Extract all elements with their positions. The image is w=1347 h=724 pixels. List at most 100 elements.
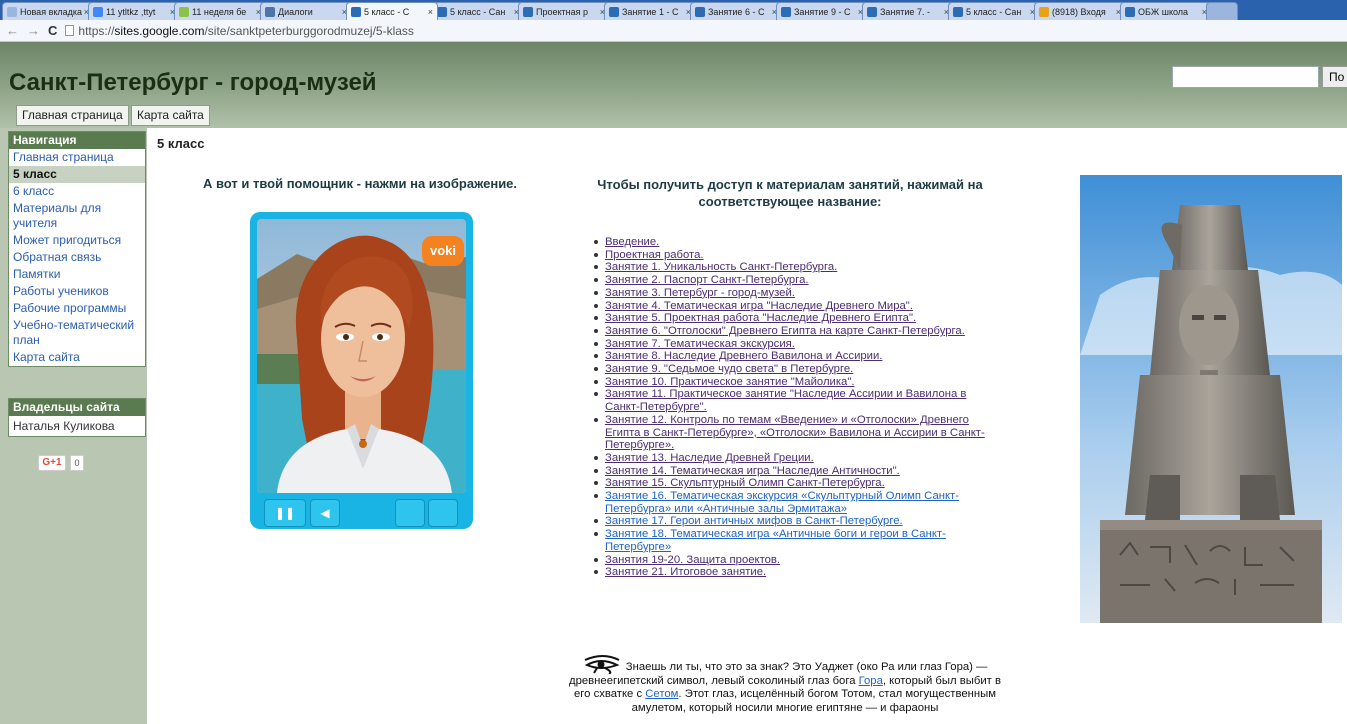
lesson-link[interactable]: Занятие 15. Скульптурный Олимп Санкт-Пет…: [605, 477, 885, 489]
list-item: Занятия 19-20. Защита проектов.: [594, 554, 994, 567]
browser-tab[interactable]: ОБЖ школа ×: [1120, 2, 1212, 20]
browser-tab[interactable]: Диалоги ×: [260, 2, 352, 20]
sidebar-item-6-klass[interactable]: 6 класс: [9, 183, 145, 200]
address-bar: ← → C https://sites.google.com/site/sank…: [0, 20, 1347, 42]
lesson-link[interactable]: Проектная работа.: [605, 249, 704, 261]
sidebar-item-may-be-useful[interactable]: Может пригодиться: [9, 232, 145, 249]
list-item: Занятие 15. Скульптурный Олимп Санкт-Пет…: [594, 477, 994, 490]
tab-title: Новая вкладка: [20, 6, 82, 17]
lesson-link[interactable]: Занятие 10. Практическое занятие "Майоли…: [605, 376, 854, 388]
lesson-link[interactable]: Занятие 9. "Седьмое чудо света" в Петерб…: [605, 363, 853, 375]
horus-link[interactable]: Гора: [859, 675, 883, 687]
lesson-link[interactable]: Занятие 21. Итоговое занятие.: [605, 566, 766, 578]
browser-tab[interactable]: 5 класс - Сан ×: [948, 2, 1040, 20]
url-field[interactable]: https://sites.google.com/site/sanktpeter…: [65, 24, 414, 38]
navigation-heading: Навигация: [9, 132, 145, 149]
url-host: sites.google.com: [114, 23, 205, 38]
sidebar-item-study-plan[interactable]: Учебно-тематический план: [9, 317, 145, 349]
list-item: Занятие 1. Уникальность Санкт-Петербурга…: [594, 261, 994, 274]
voki-share-button[interactable]: [395, 499, 425, 527]
site-title[interactable]: Санкт-Петербург - город-музей: [9, 69, 377, 97]
reload-icon[interactable]: C: [48, 23, 57, 38]
browser-tab[interactable]: (8918) Входя ×: [1034, 2, 1126, 20]
lesson-link[interactable]: Занятие 17. Герои античных мифов в Санкт…: [605, 515, 903, 527]
tab-favicon-icon: [437, 6, 447, 17]
list-item: Занятие 8. Наследие Древнего Вавилона и …: [594, 350, 994, 363]
lesson-link[interactable]: Занятие 3. Петербург - город-музей.: [605, 287, 795, 299]
voki-volume-button[interactable]: ◀: [310, 499, 340, 527]
site-header: Санкт-Петербург - город-музей По Главная…: [0, 42, 1347, 128]
list-item: Занятие 4. Тематическая игра "Наследие Д…: [594, 300, 994, 313]
tab-title: Занятие 6 - С: [708, 6, 765, 17]
site-search-input[interactable]: [1172, 66, 1319, 88]
tab-favicon-icon: [781, 6, 791, 17]
lesson-link[interactable]: Занятие 4. Тематическая игра "Наследие Д…: [605, 300, 913, 312]
lesson-link[interactable]: Занятие 6. "Отголоски" Древнего Египта н…: [605, 325, 965, 337]
lesson-link[interactable]: Занятие 16. Тематическая экскурсия «Скул…: [605, 490, 959, 515]
lesson-link[interactable]: Занятие 1. Уникальность Санкт-Петербурга…: [605, 261, 837, 273]
tab-favicon-icon: [953, 6, 963, 17]
browser-tab[interactable]: Занятие 1 - С ×: [604, 2, 696, 20]
navtab-sitemap[interactable]: Карта сайта: [131, 105, 210, 126]
list-item: Занятие 3. Петербург - город-музей.: [594, 287, 994, 300]
lesson-link[interactable]: Занятие 7. Тематическая экскурсия.: [605, 338, 795, 350]
voki-logo[interactable]: voki: [422, 236, 464, 266]
voki-fullscreen-button[interactable]: [428, 499, 458, 527]
page-document-icon: [65, 25, 75, 36]
list-item: Занятие 14. Тематическая игра "Наследие …: [594, 465, 994, 478]
tab-title: Занятие 9 - С: [794, 6, 851, 17]
sidebar-item-sitemap[interactable]: Карта сайта: [9, 349, 145, 366]
back-arrow-icon[interactable]: ←: [6, 23, 19, 38]
tab-favicon-icon: [7, 6, 17, 17]
tab-title: 5 класс - Сан: [450, 6, 506, 17]
lesson-link[interactable]: Введение.: [605, 236, 659, 248]
voki-pause-button[interactable]: ❚❚: [264, 499, 306, 527]
voki-avatar-image[interactable]: voki: [257, 219, 466, 493]
lesson-link[interactable]: Занятие 12. Контроль по темам «Введение»…: [605, 414, 985, 451]
sidebar-item-feedback[interactable]: Обратная связь: [9, 249, 145, 266]
sidebar-item-student-works[interactable]: Работы учеников: [9, 283, 145, 300]
google-plus-one-button[interactable]: G+1: [38, 455, 66, 471]
new-tab-button[interactable]: [1206, 2, 1238, 20]
lesson-link[interactable]: Занятие 5. Проектная работа "Наследие Др…: [605, 312, 916, 324]
tab-title: Занятие 7. -: [880, 6, 930, 17]
tab-close-icon[interactable]: ×: [428, 7, 433, 17]
tab-title: Занятие 1 - С: [622, 6, 679, 17]
sidebar-item-5-klass[interactable]: 5 класс: [9, 166, 145, 183]
wadjet-description: Знаешь ли ты, что это за знак? Это Уадже…: [568, 654, 1002, 716]
browser-tab[interactable]: 5 класс - С ×: [346, 2, 438, 20]
browser-tab[interactable]: 11 неделя бе ×: [174, 2, 266, 20]
browser-tab[interactable]: Занятие 9 - С ×: [776, 2, 868, 20]
browser-tab[interactable]: Занятие 7. - ×: [862, 2, 954, 20]
browser-tab[interactable]: Проектная р ×: [518, 2, 610, 20]
lesson-link[interactable]: Занятия 19-20. Защита проектов.: [605, 554, 780, 566]
list-item: Занятие 6. "Отголоски" Древнего Египта н…: [594, 325, 994, 338]
lesson-link[interactable]: Занятие 14. Тематическая игра "Наследие …: [605, 465, 900, 477]
list-item: Занятие 13. Наследие Древней Греции.: [594, 452, 994, 465]
google-plus-count: 0: [70, 455, 84, 471]
tab-title: 11 неделя бе: [192, 6, 247, 17]
tab-favicon-icon: [179, 6, 189, 17]
browser-tab[interactable]: Занятие 6 - С ×: [690, 2, 782, 20]
tab-favicon-icon: [93, 6, 103, 17]
browser-tab[interactable]: Новая вкладка ×: [2, 2, 94, 20]
voki-avatar-widget[interactable]: voki ❚❚ ◀: [250, 212, 473, 529]
tab-title: 5 класс - Сан: [966, 6, 1022, 17]
lesson-link[interactable]: Занятие 11. Практическое занятие "Наслед…: [605, 388, 966, 413]
lesson-link[interactable]: Занятие 8. Наследие Древнего Вавилона и …: [605, 350, 882, 362]
sidebar-item-teacher-materials[interactable]: Материалы для учителя: [9, 200, 145, 232]
lesson-link[interactable]: Занятие 18. Тематическая игра «Античные …: [605, 528, 946, 553]
browser-tab[interactable]: 11 ytltkz ,ttyt ×: [88, 2, 180, 20]
owner-name: Наталья Куликова: [13, 419, 115, 433]
site-search-button[interactable]: По: [1322, 66, 1347, 88]
navtab-home[interactable]: Главная страница: [16, 105, 129, 126]
forward-arrow-icon[interactable]: →: [27, 23, 40, 38]
browser-tab[interactable]: 5 класс - Сан ×: [432, 2, 524, 20]
set-link[interactable]: Сетом: [645, 688, 678, 700]
sidebar-item-work-programs[interactable]: Рабочие программы: [9, 300, 145, 317]
list-item: Введение.: [594, 236, 994, 249]
sidebar-item-memos[interactable]: Памятки: [9, 266, 145, 283]
lesson-link[interactable]: Занятие 13. Наследие Древней Греции.: [605, 452, 814, 464]
lesson-link[interactable]: Занятие 2. Паспорт Санкт-Петербурга.: [605, 274, 809, 286]
sidebar-item-home[interactable]: Главная страница: [9, 149, 145, 166]
